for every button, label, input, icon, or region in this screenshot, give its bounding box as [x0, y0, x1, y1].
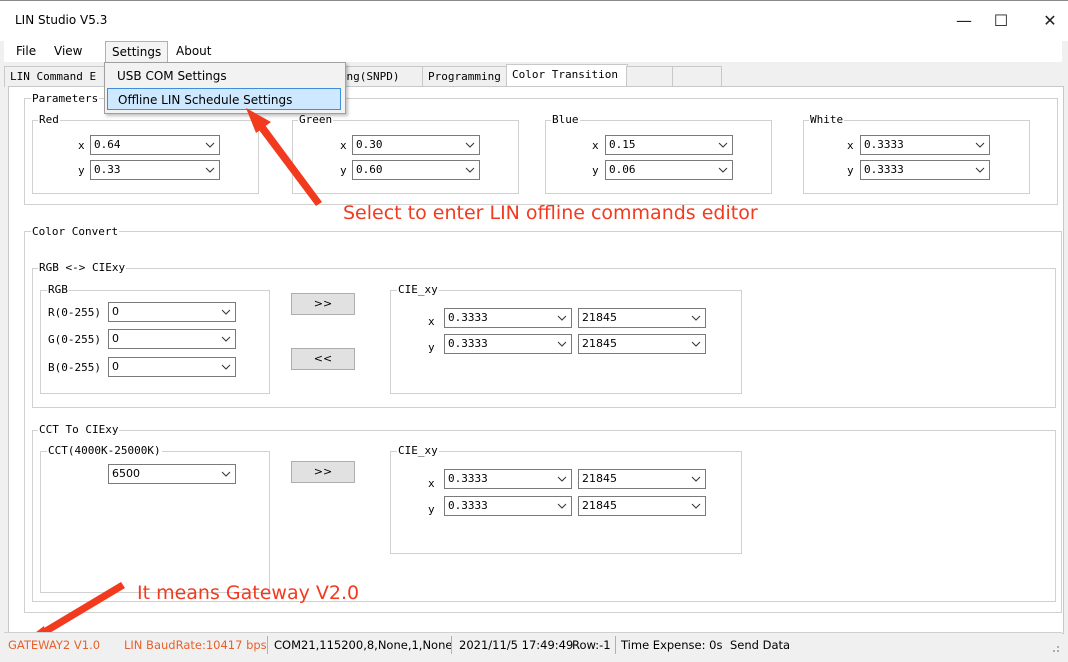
- status-send-data: Send Data: [730, 638, 791, 652]
- arrow-icon: [256, 121, 322, 206]
- status-time: 2021/11/5 17:49:49: [459, 638, 574, 652]
- status-com: COM21,115200,8,None,1,None: [274, 638, 453, 652]
- annotation-settings: Select to enter LIN offline commands edi…: [343, 202, 758, 224]
- status-row: Row:-1: [572, 638, 611, 652]
- status-separator: [451, 636, 452, 654]
- annotation-gateway: It means Gateway V2.0: [137, 582, 360, 604]
- status-time-expense: Time Expense: 0s: [621, 638, 723, 652]
- annotation-arrows: [18, 108, 322, 646]
- status-baudrate: LIN BaudRate:10417 bps: [124, 638, 267, 652]
- status-separator: [615, 636, 616, 654]
- status-separator: [267, 636, 268, 654]
- status-bar: GATEWAY2 V1.0 LIN BaudRate:10417 bps COM…: [4, 632, 1062, 657]
- resize-grip-icon[interactable]: [1050, 643, 1060, 653]
- status-gateway: GATEWAY2 V1.0: [8, 638, 101, 652]
